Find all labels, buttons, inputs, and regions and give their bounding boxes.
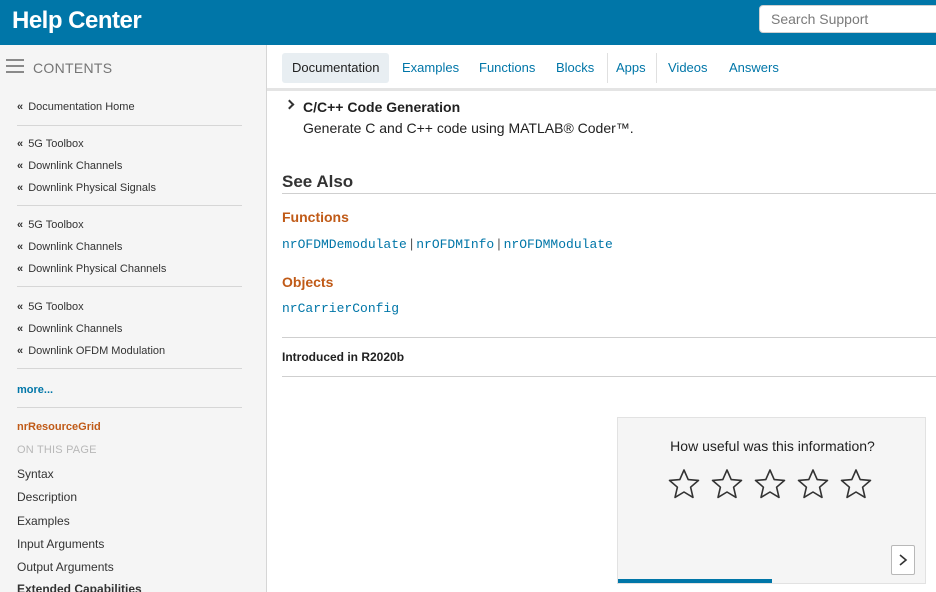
help-center-title[interactable]: Help Center [12, 7, 142, 35]
feedback-question: How useful was this information? [670, 438, 875, 454]
function-link-nrofdmdemodulate[interactable]: nrOFDMDemodulate [282, 237, 407, 252]
divider [282, 376, 936, 377]
breadcrumb-5g-toolbox[interactable]: « 5G Toolbox [17, 219, 84, 231]
double-chevron-left-icon: « [17, 345, 24, 357]
toc-item-description[interactable]: Description [17, 490, 77, 504]
toc-item-syntax[interactable]: Syntax [17, 467, 54, 481]
feedback-panel: How useful was this information? [617, 417, 926, 584]
object-link-nrcarrierconfig[interactable]: nrCarrierConfig [282, 301, 399, 316]
toc-item-input-arguments[interactable]: Input Arguments [17, 537, 104, 551]
breadcrumb-downlink-channels[interactable]: « Downlink Channels [17, 323, 122, 335]
functions-links: nrOFDMDemodulate | nrOFDMInfo | nrOFDMModula… [282, 236, 613, 252]
star-icon[interactable] [711, 468, 743, 500]
tab-examples[interactable]: Examples [402, 53, 459, 83]
breadcrumb-documentation-home[interactable]: « Documentation Home [17, 101, 135, 113]
double-chevron-left-icon: « [17, 241, 24, 253]
link-separator: | [409, 236, 414, 251]
top-header: Help Center [0, 0, 936, 45]
link-separator: | [497, 236, 501, 251]
tab-documentation[interactable]: Documentation [282, 53, 390, 83]
double-chevron-left-icon: « [17, 263, 24, 275]
tab-answers[interactable]: Answers [729, 53, 779, 83]
divider [17, 286, 242, 287]
star-icon[interactable] [668, 468, 700, 500]
star-icon[interactable] [754, 468, 786, 500]
chevron-right-icon[interactable] [284, 99, 295, 110]
objects-links: nrCarrierConfig [282, 301, 399, 316]
function-link-nrofdmmodulate[interactable]: nrOFDMModulate [504, 237, 613, 252]
contents-toggle[interactable]: CONTENTS [0, 45, 266, 90]
double-chevron-left-icon: « [17, 160, 24, 172]
divider [17, 125, 242, 126]
function-link-nrofdminfo[interactable]: nrOFDMInfo [416, 237, 494, 252]
breadcrumb-5g-toolbox[interactable]: « 5G Toolbox [17, 301, 84, 313]
tab-divider [656, 53, 657, 83]
divider [17, 407, 242, 408]
current-page-label: nrResourceGrid [17, 421, 101, 433]
contents-label: CONTENTS [33, 60, 113, 76]
tab-blocks[interactable]: Blocks [556, 53, 594, 83]
divider [282, 193, 936, 194]
section-title[interactable]: C/C++ Code Generation [303, 99, 460, 115]
toc-item-extended-capabilities[interactable]: Extended Capabilities [17, 582, 142, 592]
double-chevron-left-icon: « [17, 138, 24, 150]
search-box[interactable] [759, 5, 936, 33]
feedback-progress-bar [618, 579, 772, 583]
more-link[interactable]: more... [17, 384, 53, 396]
star-rating [668, 468, 878, 502]
hamburger-menu-icon[interactable] [6, 59, 24, 73]
tab-divider [607, 53, 608, 83]
breadcrumb-downlink-physical-channels[interactable]: « Downlink Physical Channels [17, 263, 166, 275]
double-chevron-left-icon: « [17, 101, 24, 113]
star-icon[interactable] [797, 468, 829, 500]
tab-apps[interactable]: Apps [616, 53, 646, 83]
breadcrumb-downlink-channels[interactable]: « Downlink Channels [17, 241, 122, 253]
double-chevron-left-icon: « [17, 182, 24, 194]
breadcrumb-downlink-channels[interactable]: « Downlink Channels [17, 160, 122, 172]
objects-heading: Objects [282, 274, 334, 290]
chevron-right-icon [899, 554, 908, 566]
introduced-in-release: Introduced in R2020b [282, 350, 405, 364]
double-chevron-left-icon: « [17, 219, 24, 231]
breadcrumb-downlink-physical-signals[interactable]: « Downlink Physical Signals [17, 182, 156, 194]
section-description: Generate C and C++ code using MATLAB® Co… [303, 120, 634, 136]
divider [282, 337, 936, 338]
breadcrumb-5g-toolbox[interactable]: « 5G Toolbox [17, 138, 84, 150]
double-chevron-left-icon: « [17, 301, 24, 313]
see-also-heading: See Also [282, 172, 354, 191]
divider [17, 368, 242, 369]
breadcrumb-downlink-ofdm-modulation[interactable]: « Downlink OFDM Modulation [17, 345, 165, 357]
tab-functions[interactable]: Functions [479, 53, 535, 83]
double-chevron-left-icon: « [17, 323, 24, 335]
star-icon[interactable] [840, 468, 872, 500]
search-input[interactable] [760, 6, 936, 32]
toc-item-examples[interactable]: Examples [17, 514, 70, 528]
next-button[interactable] [891, 545, 915, 575]
tab-videos[interactable]: Videos [668, 53, 708, 83]
on-this-page-heading: ON THIS PAGE [17, 444, 97, 456]
sidebar: CONTENTS « Documentation Home « 5G Toolb… [0, 45, 267, 592]
functions-heading: Functions [282, 209, 349, 225]
toc-item-output-arguments[interactable]: Output Arguments [17, 560, 114, 574]
tab-bar: Documentation Examples Functions Blocks … [267, 45, 936, 91]
divider [17, 205, 242, 206]
